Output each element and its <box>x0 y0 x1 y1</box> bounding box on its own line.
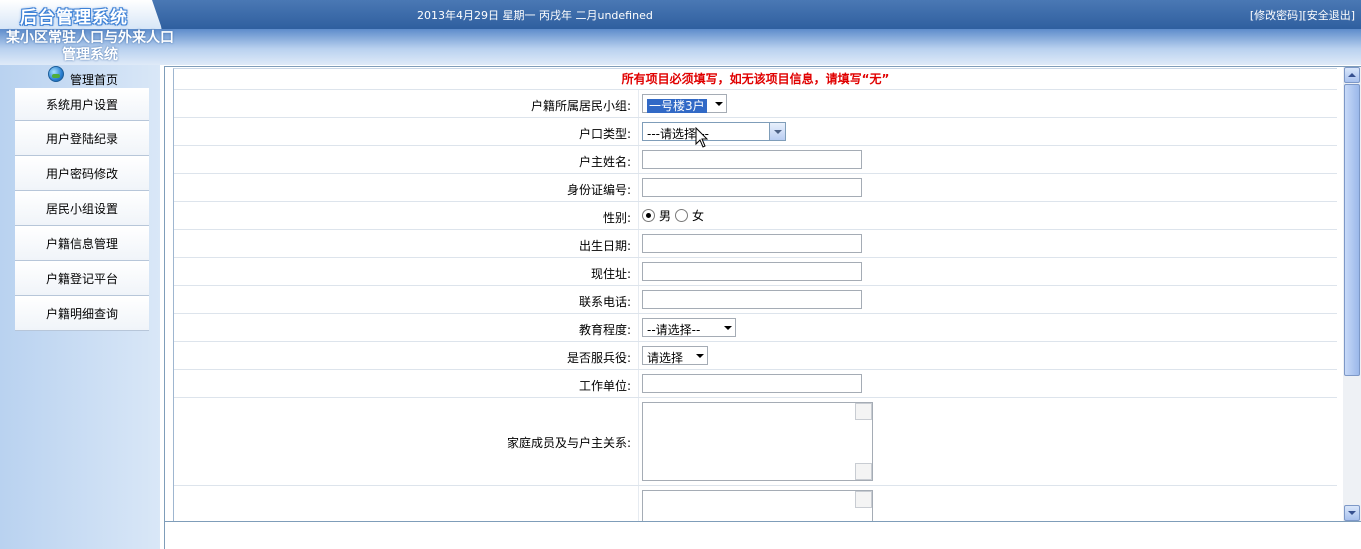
form-row-id: 身份证编号: <box>174 173 1337 201</box>
sidebar-item-household-registration[interactable]: 户籍登记平台 <box>15 261 149 296</box>
sidebar-item-household-query[interactable]: 户籍明细查询 <box>15 296 149 331</box>
gender-male-radio[interactable] <box>642 209 655 222</box>
top-links: [修改密码][安全退出] <box>1250 7 1355 23</box>
sidebar-item-system-users[interactable]: 系统用户设置 <box>15 88 149 121</box>
group-label: 户籍所属居民小组: <box>530 99 631 113</box>
textarea-scrollbar[interactable] <box>855 491 872 522</box>
header-band <box>0 29 1361 65</box>
group-select-value: 一号楼3户 <box>647 99 707 113</box>
gender-label: 性别: <box>602 211 631 225</box>
military-select[interactable]: 请选择 <box>642 346 708 365</box>
chevron-down-icon <box>715 102 723 106</box>
form-row-phone: 联系电话: <box>174 285 1337 313</box>
work-unit-input[interactable] <box>642 374 862 393</box>
page-scrollbar[interactable] <box>1343 67 1361 521</box>
form-row-work: 工作单位: <box>174 369 1337 397</box>
sidebar-item-login-records[interactable]: 用户登陆纪录 <box>15 121 149 156</box>
scroll-down-icon[interactable] <box>855 463 872 480</box>
family-label: 家庭成员及与户主关系: <box>506 436 631 450</box>
type-select[interactable]: ---请选择--- <box>642 122 786 141</box>
military-select-value: 请选择 <box>647 351 684 365</box>
form-row-gender: 性别: 男 女 <box>174 201 1337 229</box>
phone-label: 联系电话: <box>578 295 631 309</box>
sidebar-item-change-password[interactable]: 用户密码修改 <box>15 156 149 191</box>
scroll-up-icon[interactable] <box>855 403 872 420</box>
address-label: 现住址: <box>590 267 631 281</box>
military-label: 是否服兵役: <box>566 351 631 365</box>
scroll-up-icon[interactable] <box>855 491 872 508</box>
top-bar: 后台管理系统 2013年4月29日 星期一 丙戌年 二月undefined [修… <box>0 0 1361 29</box>
form-row-type: 户口类型: ---请选择--- <box>174 117 1337 145</box>
form-row-military: 是否服兵役: 请选择 <box>174 341 1337 369</box>
education-select[interactable]: --请选择-- <box>642 318 736 337</box>
scroll-up-icon[interactable] <box>1344 67 1360 83</box>
logout-link[interactable]: [安全退出] <box>1302 9 1355 22</box>
form-row-education: 教育程度: --请选择-- <box>174 313 1337 341</box>
id-label: 身份证编号: <box>566 183 631 197</box>
form-row-group: 户籍所属居民小组: 一号楼3户 <box>174 89 1337 117</box>
form-row-family: 家庭成员及与户主关系: <box>174 397 1337 485</box>
chevron-down-icon <box>696 354 704 358</box>
next-textarea[interactable] <box>642 490 873 522</box>
sidebar-menu: 系统用户设置 用户登陆纪录 用户密码修改 居民小组设置 户籍信息管理 户籍登记平… <box>15 88 149 331</box>
registration-form: 所有项目必须填写，如无该项目信息，请填写“无” 户籍所属居民小组: 一号楼3户 … <box>173 68 1337 522</box>
id-number-input[interactable] <box>642 178 862 197</box>
form-row-address: 现住址: <box>174 257 1337 285</box>
home-label: 管理首页 <box>70 73 119 87</box>
sidebar-item-household-management[interactable]: 户籍信息管理 <box>15 226 149 261</box>
address-input[interactable] <box>642 262 862 281</box>
owner-name-input[interactable] <box>642 150 862 169</box>
scroll-down-icon[interactable] <box>1344 505 1360 521</box>
form-row-owner: 户主姓名: <box>174 145 1337 173</box>
bottom-divider <box>165 521 1361 522</box>
family-textarea[interactable] <box>642 402 873 481</box>
form-row-next <box>174 485 1337 522</box>
phone-input[interactable] <box>642 290 862 309</box>
birth-label: 出生日期: <box>578 239 631 253</box>
form-notice: 所有项目必须填写，如无该项目信息，请填写“无” <box>621 72 890 86</box>
mouse-cursor-icon <box>695 127 709 148</box>
change-password-link[interactable]: [修改密码] <box>1250 9 1303 22</box>
home-link[interactable]: 管理首页 <box>0 66 160 88</box>
education-select-value: --请选择-- <box>647 323 701 337</box>
birth-date-input[interactable] <box>642 234 862 253</box>
date-display: 2013年4月29日 星期一 丙戌年 二月undefined <box>417 9 653 22</box>
scrollbar-thumb[interactable] <box>1344 84 1360 376</box>
globe-icon <box>48 66 64 82</box>
gender-female-label: 女 <box>692 209 705 223</box>
system-title: 某小区常驻人口与外来人口管理系统 <box>6 30 174 63</box>
education-label: 教育程度: <box>578 323 631 337</box>
work-label: 工作单位: <box>578 379 631 393</box>
sidebar-item-resident-groups[interactable]: 居民小组设置 <box>15 191 149 226</box>
app-logo: 后台管理系统 <box>20 8 128 28</box>
main-frame: 所有项目必须填写，如无该项目信息，请填写“无” 户籍所属居民小组: 一号楼3户 … <box>164 66 1361 549</box>
owner-label: 户主姓名: <box>578 155 631 169</box>
chevron-down-icon <box>724 326 732 330</box>
gender-male-label: 男 <box>659 209 672 223</box>
form-row-birth: 出生日期: <box>174 229 1337 257</box>
chevron-down-icon <box>769 123 785 140</box>
gender-female-radio[interactable] <box>675 209 689 222</box>
type-label: 户口类型: <box>578 127 631 141</box>
group-select[interactable]: 一号楼3户 <box>642 94 727 113</box>
textarea-scrollbar[interactable] <box>855 403 872 480</box>
